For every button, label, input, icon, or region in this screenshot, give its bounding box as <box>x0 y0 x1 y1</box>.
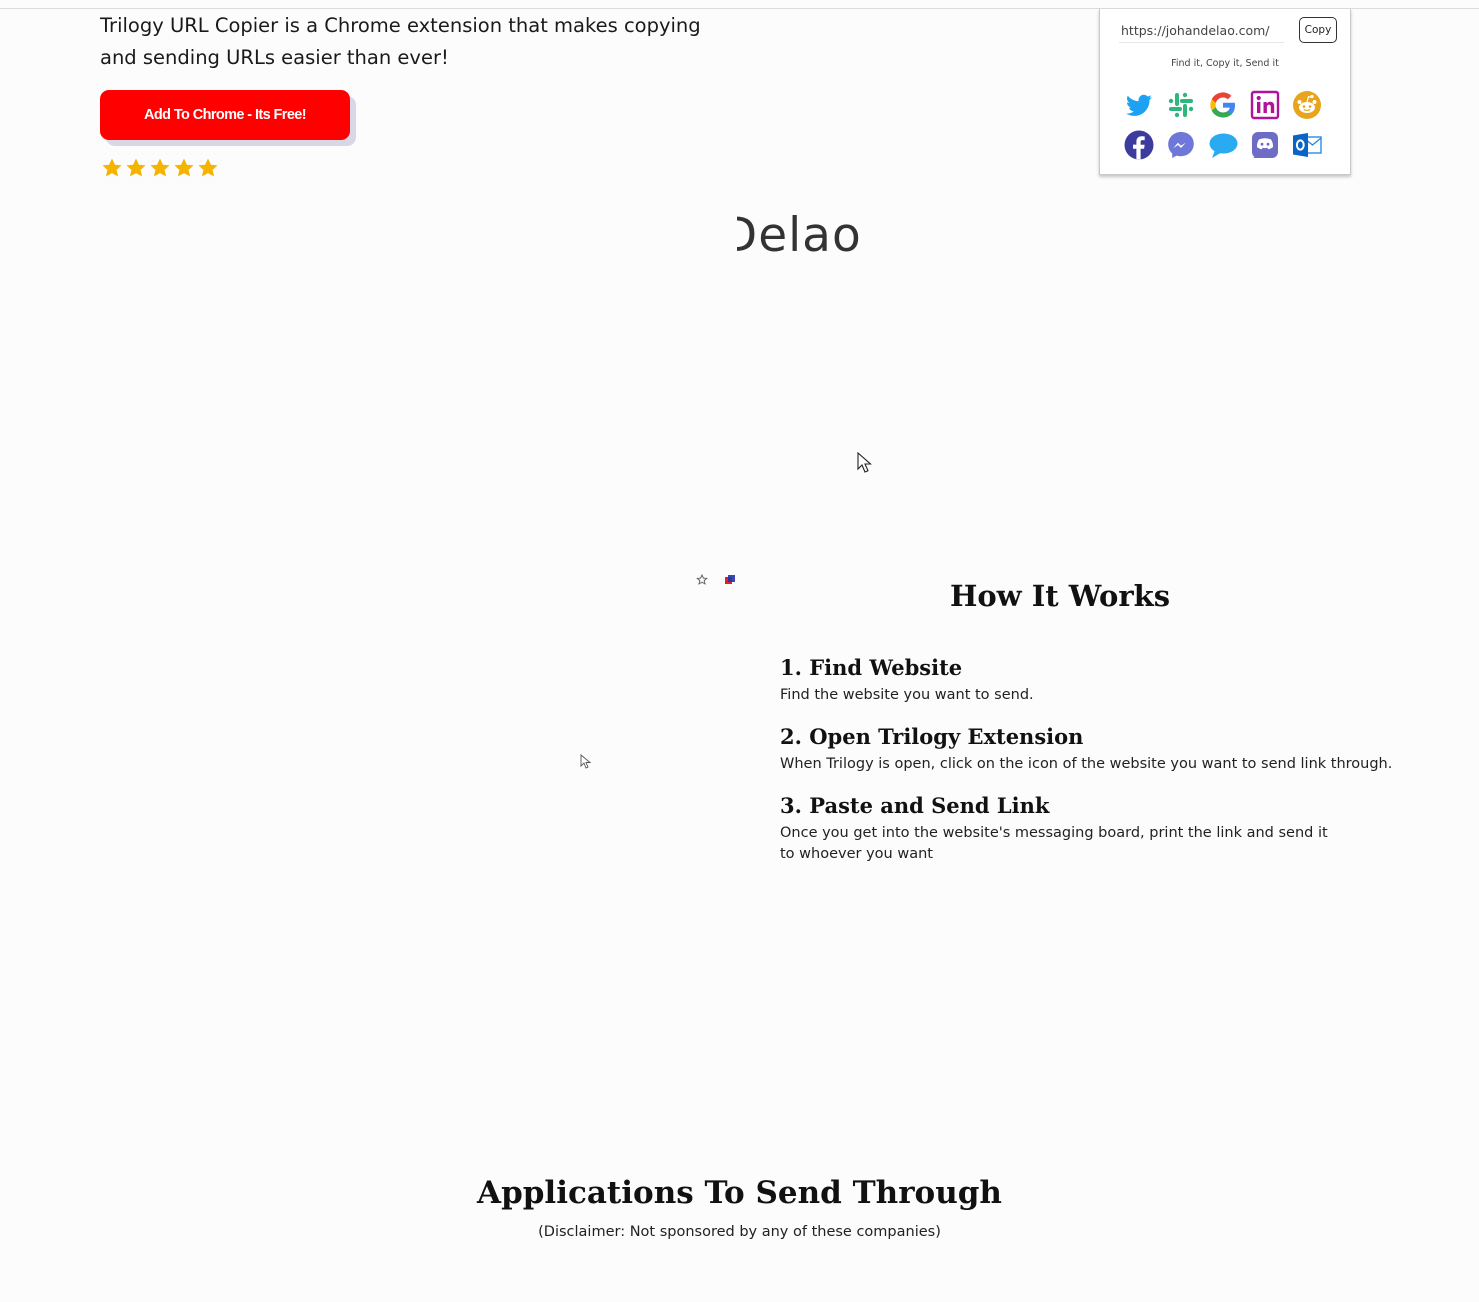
twitter-icon[interactable] <box>1123 89 1155 121</box>
star-outline-icon <box>696 573 708 591</box>
site-logo: Delao <box>737 206 882 266</box>
step-item: 1. Find Website Find the website you wan… <box>780 653 1400 706</box>
facebook-icon[interactable] <box>1123 129 1155 161</box>
extension-popup-preview: https://johandelao.com/ Copy Find it, Co… <box>1099 9 1351 175</box>
small-cursor-icon <box>580 754 592 774</box>
messenger-icon[interactable] <box>1165 129 1197 161</box>
mouse-cursor-icon <box>857 451 873 479</box>
add-to-chrome-button[interactable]: Add To Chrome - Its Free! <box>100 90 350 140</box>
linkedin-icon[interactable] <box>1249 89 1281 121</box>
small-icon-row <box>696 573 736 591</box>
applications-disclaimer: (Disclaimer: Not sponsored by any of the… <box>538 1224 941 1240</box>
step-title: 2. Open Trilogy Extension <box>780 724 1084 749</box>
step-item: 3. Paste and Send Link Once you get into… <box>780 791 1400 865</box>
app-icon-grid <box>1123 89 1333 161</box>
star-icon <box>100 154 124 182</box>
chat-bubble-icon[interactable] <box>1207 129 1239 161</box>
step-description: Find the website you want to send. <box>780 687 1034 703</box>
extension-icon <box>724 573 736 591</box>
star-icon <box>196 154 220 182</box>
step-description: When Trilogy is open, click on the icon … <box>780 756 1393 772</box>
step-description: Once you get into the website's messagin… <box>780 825 1328 862</box>
step-title: 1. Find Website <box>780 655 963 680</box>
step-title: 3. Paste and Send Link <box>780 793 1050 818</box>
step-item: 2. Open Trilogy Extension When Trilogy i… <box>780 722 1400 775</box>
url-field[interactable]: https://johandelao.com/ <box>1119 21 1284 43</box>
google-icon[interactable] <box>1207 89 1239 121</box>
applications-title: Applications To Send Through <box>477 1175 1002 1211</box>
star-rating <box>100 154 220 182</box>
reddit-icon[interactable] <box>1291 89 1323 121</box>
popup-tagline: Find it, Copy it, Send it <box>1171 58 1279 69</box>
logo-text: Delao <box>737 208 862 263</box>
star-icon <box>148 154 172 182</box>
how-it-works-title: How It Works <box>949 579 1171 613</box>
copy-button[interactable]: Copy <box>1299 17 1337 43</box>
discord-icon[interactable] <box>1249 129 1281 161</box>
star-icon <box>172 154 196 182</box>
hero-description: Trilogy URL Copier is a Chrome extension… <box>100 14 701 69</box>
slack-icon[interactable] <box>1165 89 1197 121</box>
star-icon <box>124 154 148 182</box>
outlook-icon[interactable] <box>1291 129 1323 161</box>
